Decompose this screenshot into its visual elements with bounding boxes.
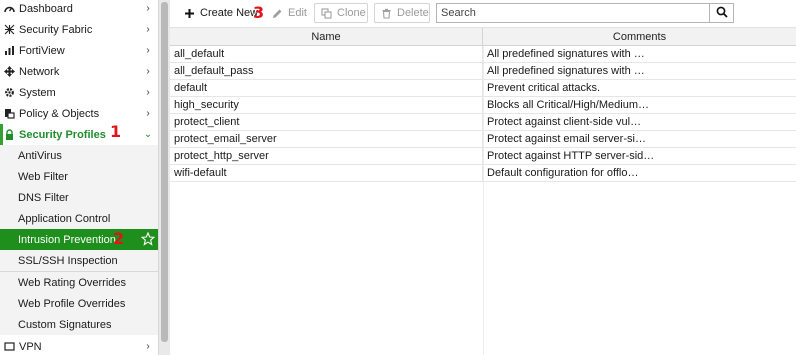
chevron-right-icon: › [146, 341, 150, 352]
column-divider [483, 46, 484, 355]
cell-comments: Protect against HTTP server-sid… [487, 150, 655, 162]
sidebar-item-label: Security Profiles [19, 128, 106, 141]
annotation-marker-3: 3 [253, 3, 265, 22]
edit-label: Edit [288, 7, 307, 19]
sidebar-subitem-antivirus[interactable]: AntiVirus [0, 145, 158, 166]
sidebar-item-dashboard[interactable]: Dashboard › [0, 0, 158, 19]
search-button[interactable] [710, 3, 734, 23]
sidebar-subitem-label: Custom Signatures [18, 318, 112, 331]
sidebar-item-fortiview[interactable]: FortiView › [0, 40, 158, 61]
sidebar-item-network[interactable]: Network › [0, 61, 158, 82]
security-fabric-icon [4, 24, 15, 35]
sidebar-item-label: VPN [19, 340, 42, 353]
cell-name: protect_client [170, 114, 483, 130]
sidebar-item-label: Policy & Objects [19, 107, 100, 120]
cell-comments: Default configuration for offlo… [487, 167, 639, 179]
create-new-button[interactable]: Create New [176, 3, 265, 23]
cell-name: all_default_pass [170, 63, 483, 79]
chevron-right-icon: › [146, 45, 150, 56]
sidebar-subitem-label: SSL/SSH Inspection [18, 254, 118, 267]
cell-comments: Blocks all Critical/High/Medium… [487, 99, 649, 111]
cell-name: wifi-default [170, 165, 483, 181]
chevron-right-icon: › [146, 24, 150, 35]
sidebar-item-label: FortiView [19, 44, 65, 57]
sidebar-item-label: Security Fabric [19, 23, 93, 36]
sidebar-subitem-dns-filter[interactable]: DNS Filter [0, 187, 158, 208]
sidebar-subitem-web-rating-overrides[interactable]: Web Rating Overrides [0, 272, 158, 293]
sidebar-subitem-label: Web Rating Overrides [18, 276, 127, 289]
delete-button[interactable]: Delete [374, 3, 430, 23]
cell-comments: Protect against client-side vul… [487, 116, 642, 128]
sidebar-item-label: Dashboard [19, 2, 73, 15]
fortiview-icon [4, 45, 15, 56]
cell-comments: All predefined signatures with … [487, 48, 645, 60]
cell-comments: Protect against email server-si… [487, 133, 646, 145]
cell-name: high_security [170, 97, 483, 113]
chevron-right-icon: › [146, 3, 150, 14]
chevron-down-icon: ⌄ [143, 129, 153, 140]
sidebar-subitem-intrusion-prevention[interactable]: Intrusion Prevention [0, 229, 158, 250]
cell-name: all_default [170, 46, 483, 62]
trash-icon [381, 8, 392, 19]
cell-name: protect_http_server [170, 148, 483, 164]
cell-name: protect_email_server [170, 131, 483, 147]
sidebar-item-security-fabric[interactable]: Security Fabric › [0, 19, 158, 40]
column-header-comments[interactable]: Comments [483, 28, 796, 45]
dashboard-icon [4, 3, 15, 14]
lock-icon [4, 129, 15, 140]
column-header-name[interactable]: Name [170, 28, 483, 45]
sidebar-subitem-ssl-ssh-inspection[interactable]: SSL/SSH Inspection [0, 250, 158, 271]
search-icon [716, 6, 728, 21]
cell-name: default [170, 80, 483, 96]
chevron-right-icon: › [146, 87, 150, 98]
annotation-marker-1: 1 [110, 122, 122, 141]
delete-label: Delete [397, 7, 429, 19]
toolbar: Create New 3 Edit Clone Delete [170, 0, 796, 28]
cell-comments: Prevent critical attacks. [487, 82, 601, 94]
table-header: Name Comments [170, 28, 796, 46]
sidebar-subitem-web-profile-overrides[interactable]: Web Profile Overrides [0, 293, 158, 314]
star-icon[interactable] [140, 231, 156, 246]
annotation-marker-2: 2 [113, 229, 125, 248]
sidebar-item-label: System [19, 86, 56, 99]
clone-button[interactable]: Clone [314, 3, 368, 23]
main-content: Create New 3 Edit Clone Delete Search Na… [170, 0, 796, 355]
sidebar-subitem-custom-signatures[interactable]: Custom Signatures [0, 314, 158, 335]
chevron-right-icon: › [146, 108, 150, 119]
sidebar-nav: Dashboard › Security Fabric › FortiView … [0, 0, 158, 355]
sidebar-item-security-profiles[interactable]: Security Profiles ⌄ [0, 124, 158, 145]
pencil-icon [272, 8, 283, 19]
search-input[interactable] [436, 3, 710, 23]
edit-button[interactable]: Edit [266, 3, 313, 23]
network-icon [4, 66, 15, 77]
scrollbar-thumb[interactable] [161, 2, 168, 342]
sidebar-item-system[interactable]: System › [0, 82, 158, 103]
create-new-label: Create New [200, 7, 259, 19]
sidebar-subitem-application-control[interactable]: Application Control [0, 208, 158, 229]
sidebar-subitem-label: AntiVirus [18, 149, 62, 162]
cell-comments: All predefined signatures with … [487, 65, 645, 77]
policy-icon [4, 108, 15, 119]
sidebar-subitem-label: Application Control [18, 212, 111, 225]
chevron-right-icon: › [146, 66, 150, 77]
gear-icon [4, 87, 15, 98]
clone-icon [321, 7, 332, 19]
sidebar-item-policy-objects[interactable]: Policy & Objects › [0, 103, 158, 124]
sidebar-item-label: Network [19, 65, 60, 78]
sidebar-subitem-web-filter[interactable]: Web Filter [0, 166, 158, 187]
clone-label: Clone [337, 7, 366, 19]
sidebar-subitem-label: Web Profile Overrides [18, 297, 126, 310]
plus-icon [184, 8, 195, 19]
vpn-icon [4, 341, 15, 352]
sidebar-subitem-label: Web Filter [18, 170, 68, 183]
sidebar-scrollbar[interactable] [158, 0, 170, 355]
sidebar-subitem-label: Intrusion Prevention [18, 233, 116, 246]
sidebar-item-vpn[interactable]: VPN › [0, 336, 158, 355]
sidebar-subitem-label: DNS Filter [18, 191, 69, 204]
